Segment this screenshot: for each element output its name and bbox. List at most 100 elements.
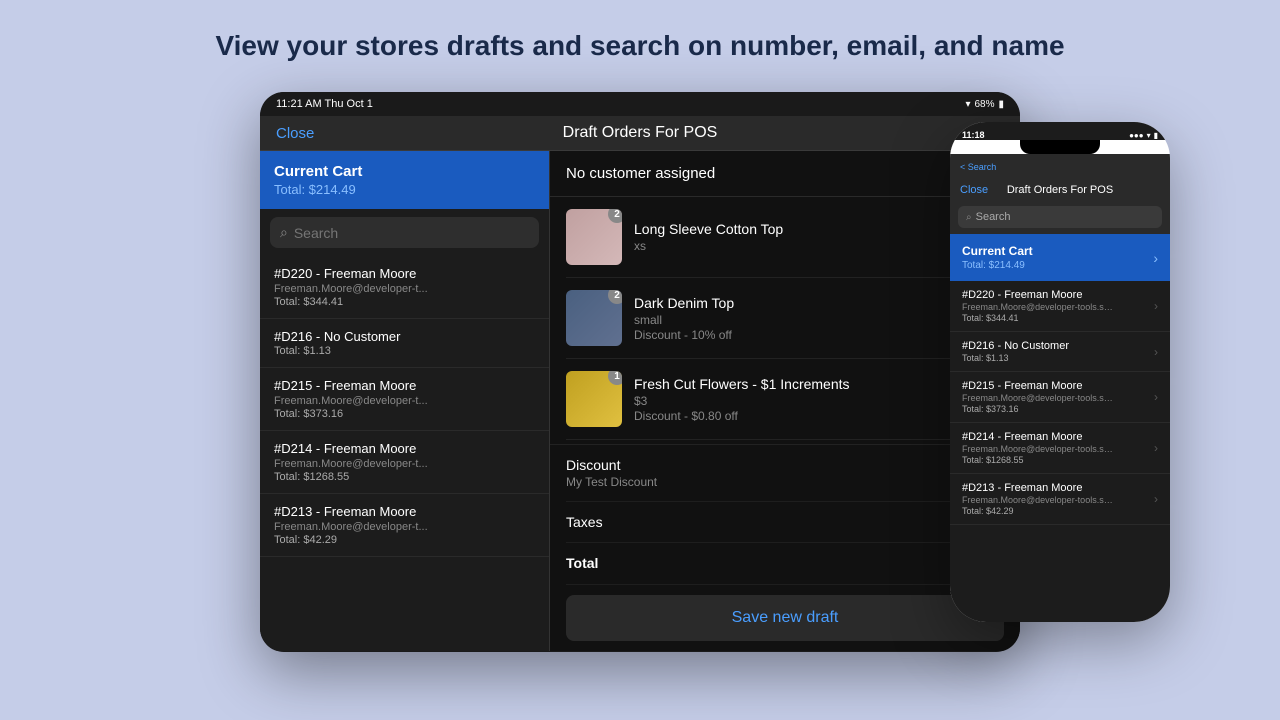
- tablet-device: 11:21 AM Thu Oct 1 ▾ 68% ▮ Close Draft O…: [260, 92, 1020, 652]
- draft-total: Total: $344.41: [274, 296, 535, 308]
- phone-draft-item[interactable]: #D216 - No Customer Total: $1.13 ›: [950, 332, 1170, 372]
- draft-email: Freeman.Moore@developer-t...: [274, 395, 535, 407]
- total-row: Total $214.49: [566, 543, 1004, 585]
- phone-back-search[interactable]: < Search: [960, 162, 996, 172]
- item-name: Long Sleeve Cotton Top: [634, 221, 949, 237]
- phone-search-area: ⌕ Search: [950, 202, 1170, 234]
- phone-draft-item[interactable]: #D213 - Freeman Moore Freeman.Moore@deve…: [950, 474, 1170, 525]
- draft-total: Total: $373.16: [274, 408, 535, 420]
- item-discount: Discount - $0.80 off: [634, 409, 957, 423]
- order-item: 2 Dark Denim Top small Discount - 10% of…: [566, 278, 1004, 359]
- tablet-header: Close Draft Orders For POS: [260, 116, 1020, 151]
- tablet-draft-item[interactable]: #D214 - Freeman Moore Freeman.Moore@deve…: [260, 431, 549, 494]
- phone-search-text: Search: [976, 211, 1011, 223]
- phone-draft-email: Freeman.Moore@developer-tools.shopifya..…: [962, 495, 1117, 505]
- current-cart-item[interactable]: Current Cart Total: $214.49: [260, 151, 549, 209]
- draft-email: Freeman.Moore@developer-t...: [274, 283, 535, 295]
- tablet-time: 11:21 AM Thu Oct 1: [276, 98, 373, 110]
- search-input[interactable]: [294, 225, 529, 241]
- item-badge: 1: [608, 371, 622, 385]
- item-image: 1: [566, 371, 622, 427]
- item-details: Dark Denim Top small Discount - 10% off: [634, 295, 949, 342]
- phone-time: 11:18: [962, 130, 985, 140]
- draft-total: Total: $1.13: [274, 345, 535, 357]
- phone-header: Close Draft Orders For POS: [950, 178, 1170, 202]
- phone-status-icons: ●●● ▾ ▮: [1129, 131, 1158, 140]
- draft-email: Freeman.Moore@developer-t...: [274, 521, 535, 533]
- phone-device: 11:18 ●●● ▾ ▮ < Search Close Draft Order…: [950, 122, 1170, 622]
- item-discount: Discount - 10% off: [634, 328, 949, 342]
- phone-draft-email: Freeman.Moore@developer-tools.shopifya..…: [962, 302, 1117, 312]
- draft-id: #D216 - No Customer: [274, 329, 535, 344]
- phone-draft-id: #D216 - No Customer: [962, 340, 1069, 352]
- phone-body: Current Cart Total: $214.49 › #D220 - Fr…: [950, 234, 1170, 622]
- tablet-status-icons: ▾ 68% ▮: [965, 99, 1004, 110]
- tablet-draft-list: #D220 - Freeman Moore Freeman.Moore@deve…: [260, 256, 549, 557]
- phone-draft-item[interactable]: #D220 - Freeman Moore Freeman.Moore@deve…: [950, 281, 1170, 332]
- phone-draft-list: #D220 - Freeman Moore Freeman.Moore@deve…: [950, 281, 1170, 525]
- tablet-draft-item[interactable]: #D213 - Freeman Moore Freeman.Moore@deve…: [260, 494, 549, 557]
- item-details: Fresh Cut Flowers - $1 Increments $3 Dis…: [634, 376, 957, 423]
- order-item: 2 Long Sleeve Cotton Top xs 140.00: [566, 197, 1004, 278]
- phone-search-icon: ⌕: [966, 212, 972, 223]
- draft-total: Total: $1268.55: [274, 471, 535, 483]
- tablet-status-bar: 11:21 AM Thu Oct 1 ▾ 68% ▮: [260, 92, 1020, 116]
- tablet-title: Draft Orders For POS: [563, 124, 718, 142]
- item-variant: xs: [634, 239, 949, 253]
- item-details: Long Sleeve Cotton Top xs: [634, 221, 949, 253]
- search-icon: ⌕: [280, 224, 288, 241]
- tablet-draft-item[interactable]: #D220 - Freeman Moore Freeman.Moore@deve…: [260, 256, 549, 319]
- save-draft-button[interactable]: Save new draft: [566, 595, 1004, 641]
- tablet-search-box[interactable]: ⌕: [270, 217, 539, 248]
- phone-draft-total: Total: $344.41: [962, 313, 1117, 323]
- tablet-close-button[interactable]: Close: [276, 125, 314, 142]
- phone-search-box[interactable]: ⌕ Search: [958, 206, 1162, 228]
- phone-title: Draft Orders For POS: [1007, 184, 1113, 196]
- phone-draft-total: Total: $42.29: [962, 506, 1117, 516]
- phone-draft-total: Total: $1.13: [962, 353, 1069, 363]
- item-variant: small: [634, 313, 949, 327]
- page-heading: View your stores drafts and search on nu…: [0, 0, 1280, 82]
- item-name: Dark Denim Top: [634, 295, 949, 311]
- phone-draft-id: #D213 - Freeman Moore: [962, 482, 1117, 494]
- wifi-icon: ▾: [965, 99, 970, 110]
- phone-draft-id: #D214 - Freeman Moore: [962, 431, 1117, 443]
- item-image: 2: [566, 209, 622, 265]
- draft-total: Total: $42.29: [274, 534, 535, 546]
- current-cart-total: Total: $214.49: [274, 182, 535, 197]
- phone-notch: [1020, 140, 1100, 154]
- item-badge: 2: [608, 209, 622, 223]
- item-badge: 2: [608, 290, 622, 304]
- discount-sublabel: My Test Discount: [566, 475, 657, 489]
- phone-draft-item[interactable]: #D214 - Freeman Moore Freeman.Moore@deve…: [950, 423, 1170, 474]
- battery-bar: ▮: [998, 99, 1004, 110]
- phone-draft-id: #D220 - Freeman Moore: [962, 289, 1117, 301]
- phone-draft-item[interactable]: #D215 - Freeman Moore Freeman.Moore@deve…: [950, 372, 1170, 423]
- taxes-row: Taxes $24.68: [566, 502, 1004, 543]
- item-image: 2: [566, 290, 622, 346]
- item-variant: $3: [634, 394, 957, 408]
- battery-icon: 68%: [974, 99, 994, 110]
- phone-current-cart[interactable]: Current Cart Total: $214.49 ›: [950, 234, 1170, 281]
- phone-draft-total: Total: $1268.55: [962, 455, 1117, 465]
- phone-wifi-icon: ▾: [1147, 131, 1151, 140]
- taxes-label: Taxes: [566, 514, 603, 530]
- phone-signal-icon: ●●●: [1129, 131, 1144, 140]
- item-name: Fresh Cut Flowers - $1 Increments: [634, 376, 957, 392]
- chevron-right-icon: ›: [1154, 441, 1158, 455]
- discount-label: Discount: [566, 457, 657, 473]
- phone-close-button[interactable]: Close: [960, 184, 988, 196]
- current-cart-title: Current Cart: [274, 163, 535, 180]
- phone-draft-email: Freeman.Moore@developer-tools.shopifya..…: [962, 444, 1117, 454]
- total-label: Total: [566, 555, 598, 572]
- chevron-right-icon: ›: [1154, 492, 1158, 506]
- order-item: 1 Fresh Cut Flowers - $1 Increments $3 D…: [566, 359, 1004, 440]
- chevron-right-icon: ›: [1153, 250, 1158, 266]
- phone-draft-email: Freeman.Moore@developer-tools.shopifya..…: [962, 393, 1117, 403]
- draft-email: Freeman.Moore@developer-t...: [274, 458, 535, 470]
- tablet-draft-item[interactable]: #D216 - No Customer Total: $1.13: [260, 319, 549, 368]
- tablet-body: Current Cart Total: $214.49 ⌕ #D220 - Fr…: [260, 151, 1020, 651]
- chevron-right-icon: ›: [1154, 390, 1158, 404]
- tablet-draft-item[interactable]: #D215 - Freeman Moore Freeman.Moore@deve…: [260, 368, 549, 431]
- draft-id: #D220 - Freeman Moore: [274, 266, 535, 281]
